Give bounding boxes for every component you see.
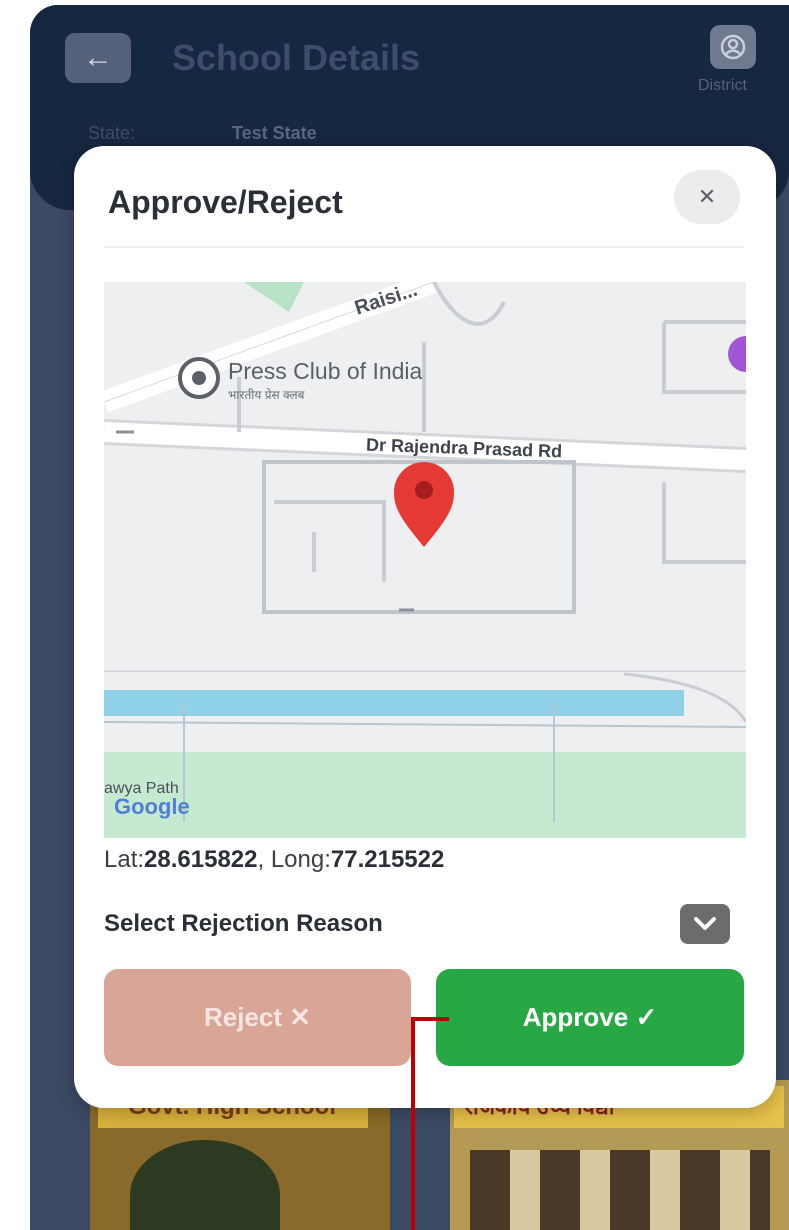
user-circle-icon	[720, 34, 746, 60]
map-label-place[interactable]: Press Club of India	[228, 358, 422, 385]
map-label-place-hindi: भारतीय प्रेस क्लब	[228, 388, 305, 402]
district-label: District	[698, 77, 747, 94]
close-button[interactable]: ✕	[674, 170, 740, 224]
rejection-reason-label: Select Rejection Reason	[104, 910, 383, 937]
map-canvas	[104, 282, 746, 838]
back-button[interactable]: ←	[65, 33, 131, 83]
chevron-down-icon	[694, 917, 716, 930]
reject-button[interactable]: Reject ✕	[104, 969, 411, 1066]
arrow-left-icon: ←	[83, 41, 113, 74]
state-value: Test State	[232, 123, 317, 143]
modal-title: Approve/Reject	[108, 184, 343, 220]
page-title: School Details	[172, 37, 421, 78]
lat-label: Lat:	[104, 846, 145, 873]
long-label: , Long:	[257, 846, 331, 873]
approve-reject-modal: Approve/Reject ✕ Raisi... Press Club of …	[74, 146, 776, 1108]
map-pin-icon[interactable]	[394, 462, 454, 547]
rejection-reason-dropdown[interactable]	[680, 904, 730, 944]
long-value: 77.215522	[330, 846, 445, 873]
district-button[interactable]	[710, 25, 756, 69]
approve-button[interactable]: Approve ✓	[436, 969, 744, 1066]
divider	[104, 246, 744, 248]
state-label: State:	[88, 123, 136, 143]
google-logo: Google	[114, 794, 190, 819]
location-map[interactable]: Raisi... Press Club of India भारतीय प्रे…	[104, 282, 746, 838]
annotation-pointer	[411, 1017, 415, 1230]
tree-image	[130, 1140, 280, 1230]
close-icon: ✕	[697, 184, 717, 209]
coordinates: Lat:28.615822, Long:77.215522	[104, 846, 444, 874]
building-image	[470, 1150, 770, 1230]
lat-value: 28.615822	[144, 846, 258, 873]
annotation-pointer	[411, 1017, 449, 1021]
